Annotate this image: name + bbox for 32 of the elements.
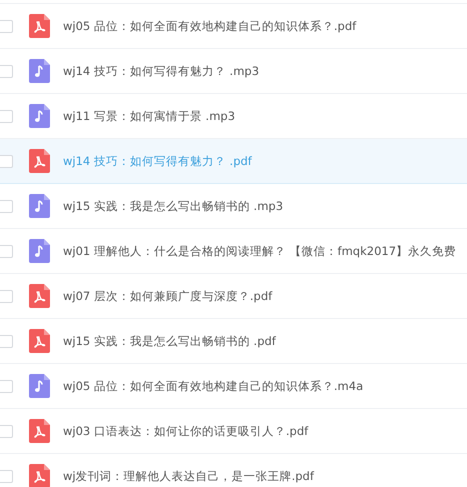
checkbox[interactable] bbox=[0, 244, 13, 258]
file-name[interactable]: wj05 品位：如何全面有效地构建自己的知识体系？.pdf bbox=[63, 18, 356, 34]
file-name[interactable]: wj15 实践：我是怎么写出畅销书的 .pdf bbox=[63, 334, 276, 348]
file-name[interactable]: wj01 理解他人：什么是合格的阅读理解？ 【微信：fmqk2017】永久免费 bbox=[63, 244, 456, 258]
checkbox[interactable] bbox=[0, 154, 13, 168]
music-file-icon bbox=[29, 194, 50, 218]
pdf-file-icon bbox=[29, 329, 50, 353]
file-name[interactable]: wj发刊词：理解他人表达自己，是一张王牌.pdf bbox=[63, 468, 314, 484]
checkbox[interactable] bbox=[0, 380, 13, 392]
checkbox[interactable] bbox=[0, 290, 13, 302]
pdf-file-icon bbox=[29, 284, 50, 308]
file-name[interactable]: wj03 口语表达：如何让你的话更吸引人？.pdf bbox=[63, 424, 308, 438]
file-name[interactable]: wj11 写景：如何寓情于景 .mp3 bbox=[63, 108, 236, 124]
pdf-file-icon bbox=[29, 464, 50, 487]
file-name[interactable]: wj15 实践：我是怎么写出畅销书的 .mp3 bbox=[63, 198, 284, 214]
music-file-icon bbox=[29, 374, 50, 398]
file-name[interactable]: wj14 技巧：如何写得有魅力？ .mp3 bbox=[63, 64, 260, 78]
checkbox[interactable] bbox=[0, 20, 13, 32]
file-name[interactable]: wj07 层次：如何兼顾广度与深度？.pdf bbox=[63, 288, 272, 304]
music-file-icon bbox=[29, 104, 50, 128]
music-file-icon bbox=[29, 59, 50, 83]
checkbox[interactable] bbox=[0, 334, 13, 348]
checkbox[interactable] bbox=[0, 424, 13, 438]
pdf-file-icon bbox=[29, 149, 50, 173]
checkbox[interactable] bbox=[0, 64, 13, 78]
checkbox[interactable] bbox=[0, 470, 13, 482]
music-file-icon bbox=[29, 239, 50, 263]
checkbox[interactable] bbox=[0, 200, 13, 212]
file-name[interactable]: wj05 品位：如何全面有效地构建自己的知识体系？.m4a bbox=[63, 378, 364, 394]
checkbox[interactable] bbox=[0, 110, 13, 122]
pdf-file-icon bbox=[29, 419, 50, 443]
pdf-file-icon bbox=[29, 14, 50, 38]
